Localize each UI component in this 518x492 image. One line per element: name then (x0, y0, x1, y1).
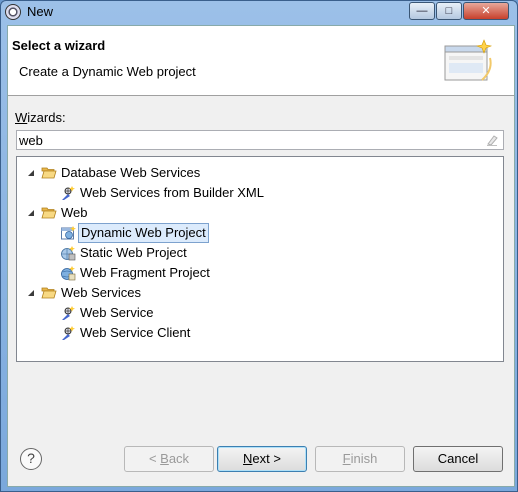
tree-item-web-services-from-builder-xml[interactable]: Web Services from Builder XML (17, 183, 497, 203)
eclipse-icon (5, 4, 21, 20)
tree-item-label: Web (61, 205, 88, 220)
cancel-button[interactable]: Cancel (413, 446, 503, 472)
expanded-triangle-icon[interactable] (27, 289, 35, 297)
tree-item-label: Web Service Client (80, 325, 191, 340)
minimize-button[interactable]: — (409, 2, 435, 20)
finish-button[interactable]: Finish (315, 446, 405, 472)
tree-item-web-service[interactable]: Web Service (17, 303, 497, 323)
tree-item-label: Dynamic Web Project (78, 223, 209, 243)
folder-open-icon (41, 207, 57, 219)
wizards-label: Wizards: (15, 110, 66, 125)
tree-category-web-services[interactable]: Web Services (17, 283, 497, 303)
clear-filter-icon[interactable] (485, 133, 499, 147)
tree-item-label: Web Service (80, 305, 154, 320)
new-wizard-banner-icon (444, 39, 493, 81)
header-title: Select a wizard (12, 38, 106, 53)
wizard-header: Select a wizard Create a Dynamic Web pro… (8, 26, 514, 96)
dialog-body: Select a wizard Create a Dynamic Web pro… (7, 25, 515, 487)
back-button[interactable]: < Back (124, 446, 214, 472)
tree-item-label: Static Web Project (80, 245, 187, 260)
new-wizard-window: New — □ ✕ Select a wizard Create a Dynam… (0, 0, 518, 492)
web-fragment-project-icon (61, 266, 76, 281)
help-button[interactable]: ? (20, 448, 42, 470)
web-service-wizard-icon (62, 306, 75, 320)
tree-item-label: Database Web Services (61, 165, 201, 180)
expanded-triangle-icon[interactable] (27, 209, 35, 217)
tree-item-label: Web Services from Builder XML (80, 185, 264, 200)
close-button[interactable]: ✕ (463, 2, 509, 20)
folder-open-icon (41, 287, 57, 299)
header-description: Create a Dynamic Web project (19, 64, 196, 79)
tree-item-dynamic-web-project[interactable]: Dynamic Web Project (17, 223, 497, 243)
tree-item-web-service-client[interactable]: Web Service Client (17, 323, 497, 343)
web-service-wizard-icon (62, 326, 75, 340)
dynamic-web-project-icon (61, 226, 76, 240)
tree-item-static-web-project[interactable]: Static Web Project (17, 243, 497, 263)
web-service-wizard-icon (62, 186, 75, 200)
maximize-button[interactable]: □ (436, 2, 462, 20)
tree-item-label: Web Services (61, 285, 141, 300)
window-title: New (27, 4, 54, 19)
title-bar[interactable]: New — □ ✕ (1, 1, 517, 23)
tree-category-web[interactable]: Web (17, 203, 497, 223)
next-button[interactable]: Next > (217, 446, 307, 472)
tree-item-web-fragment-project[interactable]: Web Fragment Project (17, 263, 497, 283)
folder-open-icon (41, 167, 57, 179)
wizard-filter-field[interactable] (16, 130, 504, 150)
tree-item-label: Web Fragment Project (80, 265, 210, 280)
static-web-project-icon (61, 246, 76, 261)
wizard-tree[interactable]: Database Web Services Web Services from … (16, 156, 504, 362)
tree-category-database-web-services[interactable]: Database Web Services (17, 163, 497, 183)
expanded-triangle-icon[interactable] (27, 169, 35, 177)
wizard-filter-input[interactable] (19, 132, 469, 148)
